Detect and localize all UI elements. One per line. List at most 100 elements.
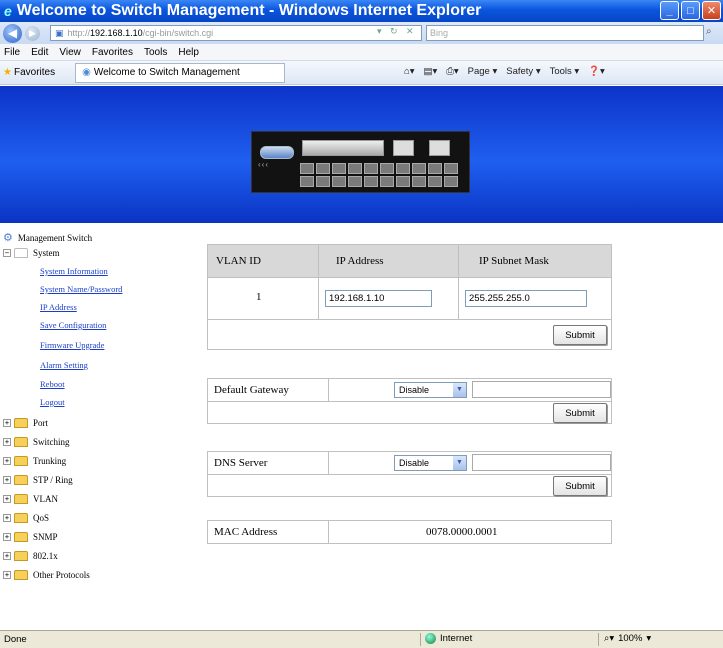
tree-root[interactable]: ⚙ Management Switch [3,231,92,244]
minimize-button[interactable]: _ [660,1,679,20]
gateway-mode-value: Disable [399,385,430,395]
tree-folder-8021x[interactable]: + 802.1x [3,551,58,561]
tab-title: Welcome to Switch Management [93,67,240,78]
folder-icon [14,494,28,504]
tree-item-system-name-password[interactable]: System Name/Password [40,284,122,294]
favorites-button[interactable]: Favorites [14,67,55,78]
table-row: 1 192.168.1.10 255.255.255.0 [208,277,611,319]
tree-folder-port[interactable]: + Port [3,418,48,428]
tree-folder-trunking[interactable]: + Trunking [3,456,66,466]
menu-tools[interactable]: Tools [144,47,167,58]
led-row-icon: ‹‹‹ [258,160,269,169]
menu-favorites[interactable]: Favorites [92,47,133,58]
tree-folder-label: 802.1x [33,551,58,561]
refresh-stop-icons[interactable]: ▾ ↻ ✕ [377,26,417,37]
tree-folder-label: VLAN [33,494,58,504]
menu-edit[interactable]: Edit [31,47,48,58]
help-menu[interactable]: ❓▾ [588,66,605,77]
safety-menu[interactable]: Safety ▾ [506,66,540,77]
tree-folder-switching[interactable]: + Switching [3,437,70,447]
home-icon[interactable]: ⌂▾ [404,66,415,77]
print-icon[interactable]: ⎙▾ [446,66,458,77]
expand-icon[interactable]: + [3,476,11,484]
tree-folder-qos[interactable]: + QoS [3,513,49,523]
expand-icon[interactable]: + [3,533,11,541]
computer-icon: ⚙ [3,232,13,244]
tree-folder-vlan[interactable]: + VLAN [3,494,58,504]
page-menu[interactable]: Page ▾ [468,66,498,77]
mac-label: MAC Address [214,526,278,538]
tree-item-firmware-upgrade[interactable]: Firmware Upgrade [40,340,104,350]
security-zone: Internet [425,633,472,644]
tree-item-logout[interactable]: Logout [40,397,65,407]
folder-icon [14,475,28,485]
expand-icon[interactable]: + [3,514,11,522]
tree-item-reboot[interactable]: Reboot [40,379,65,389]
header-subnet-mask: IP Subnet Mask [479,255,549,267]
magnifier-icon: ⌕▾ [604,633,615,644]
maximize-button[interactable]: □ [681,1,700,20]
tree-item-system-information[interactable]: System Information [40,266,108,276]
menu-help[interactable]: Help [178,47,199,58]
folder-icon [14,418,28,428]
search-input[interactable]: Bing [426,25,704,41]
expand-icon[interactable]: + [3,571,11,579]
dns-submit-button[interactable]: Submit [553,476,607,496]
tools-menu[interactable]: Tools ▾ [550,66,580,77]
favorites-star-icon[interactable]: ★ [3,67,12,78]
vlan-id-value: 1 [256,291,262,303]
dns-mode-select[interactable]: Disable ▼ [394,455,467,471]
gateway-submit-button[interactable]: Submit [553,403,607,423]
subnet-mask-input[interactable]: 255.255.255.0 [465,290,587,307]
forward-icon[interactable]: ▶ [25,25,40,41]
feeds-icon[interactable]: ▤▾ [424,66,438,77]
tree-folder-label: Switching [33,437,70,447]
status-text: Done [4,634,27,645]
ip-submit-button[interactable]: Submit [553,325,607,345]
gateway-address-input[interactable] [472,381,611,398]
tree-item-ip-address[interactable]: IP Address [40,302,77,312]
ip-address-table: VLAN ID IP Address IP Subnet Mask 1 192.… [207,244,612,350]
menu-view[interactable]: View [59,47,81,58]
zoom-control[interactable]: ⌕▾ 100% ▾ [604,633,651,644]
dns-address-input[interactable] [472,454,611,471]
dns-mode-value: Disable [399,458,430,468]
tree-item-alarm-setting[interactable]: Alarm Setting [40,360,88,370]
tree-item-save-configuration[interactable]: Save Configuration [40,320,106,330]
navigation-tree: ⚙ Management Switch − System System Info… [0,223,200,630]
folder-icon [14,456,28,466]
port-row-top [300,163,458,174]
ip-address-input[interactable]: 192.168.1.10 [325,290,432,307]
globe-icon [425,633,436,644]
folder-icon [14,513,28,523]
back-icon[interactable]: ◀ [3,23,22,43]
tree-folder-snmp[interactable]: + SNMP [3,532,58,542]
expand-icon[interactable]: + [3,495,11,503]
collapse-icon[interactable]: − [3,249,11,257]
expand-icon[interactable]: + [3,457,11,465]
uplink-port-icon [393,140,414,156]
close-button[interactable]: ✕ [702,1,721,20]
address-input[interactable]: ▣ http://192.168.1.10/cgi-bin/switch.cgi [50,25,422,41]
search-icon[interactable]: ⌕ [706,26,712,37]
folder-icon [14,437,28,447]
tree-root-label: Management Switch [17,232,93,243]
menu-file[interactable]: File [4,47,20,58]
ie-logo-icon: e [4,3,12,19]
browser-tab[interactable]: ◉ Welcome to Switch Management [75,62,286,83]
expand-icon[interactable]: + [3,419,11,427]
tree-folder-system[interactable]: − System [3,248,60,258]
navigation-bar: ◀ ▶ ▣ http://192.168.1.10/cgi-bin/switch… [0,22,723,44]
tab-page-icon: ◉ [82,67,91,78]
gateway-submit-row: Submit [208,401,611,423]
folder-icon [14,551,28,561]
tree-folder-other-protocols[interactable]: + Other Protocols [3,570,90,580]
dns-submit-row: Submit [208,474,611,496]
page-icon: ▣ [55,27,64,38]
gateway-mode-select[interactable]: Disable ▼ [394,382,467,398]
dns-server-panel: DNS Server Disable ▼ Submit [207,451,612,497]
tree-folder-stp-ring[interactable]: + STP / Ring [3,475,73,485]
expand-icon[interactable]: + [3,438,11,446]
expand-icon[interactable]: + [3,552,11,560]
header-ip-address: IP Address [336,255,384,267]
